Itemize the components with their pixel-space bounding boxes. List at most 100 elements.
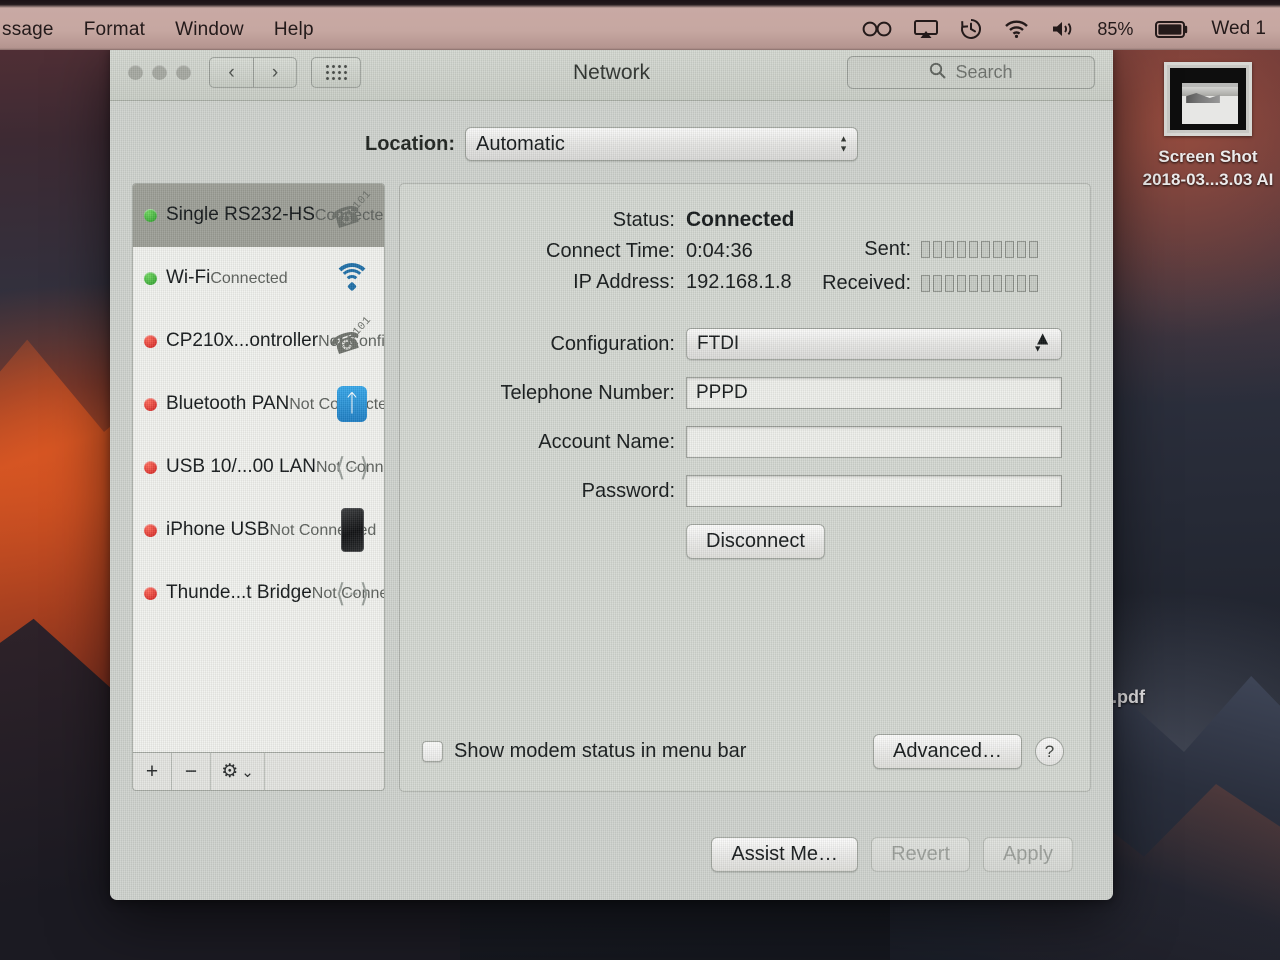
time-machine-icon[interactable] <box>960 18 982 40</box>
location-value: Automatic <box>476 132 565 155</box>
status-dot <box>144 271 157 285</box>
chevron-updown-icon: ▲ ▼ <box>839 133 848 154</box>
activity-cell <box>1029 275 1038 292</box>
status-dot <box>144 208 157 222</box>
service-text: Single RS232-HSConnected <box>166 204 384 227</box>
activity-cell <box>969 275 978 292</box>
desktop-icon-label-line1: Screen Shot <box>1158 147 1258 166</box>
screenshot-thumbnail-icon <box>1164 62 1252 136</box>
service-list-item[interactable]: iPhone USBNot Connected <box>133 499 384 562</box>
status-row: Status: Connected <box>400 208 1064 232</box>
iphone-icon <box>340 508 364 552</box>
service-list-item[interactable]: CP210x...ontrollerNot Configured☎0101 <box>133 310 384 373</box>
desktop-icon-label-pdf[interactable]: .pdf <box>1112 687 1145 708</box>
activity-cell <box>969 241 978 258</box>
menu-item-window[interactable]: Window <box>175 19 244 41</box>
show-modem-status-checkbox[interactable]: Show modem status in menu bar <box>422 740 746 763</box>
advanced-button[interactable]: Advanced… <box>873 734 1022 769</box>
service-list-item[interactable]: USB 10/...00 LANNot Connected⟨⋯⟩ <box>133 436 384 499</box>
service-name: Wi-Fi <box>166 266 211 288</box>
activity-cell <box>933 275 942 292</box>
show-all-grid-button[interactable] <box>311 57 361 88</box>
modem-icon: ☎ 0101 <box>327 188 374 236</box>
service-icon: ⟨ ⋯ ⟩ <box>329 452 375 483</box>
status-value: Connected <box>686 208 795 231</box>
menu-item-message[interactable]: ssage <box>2 19 54 41</box>
wifi-icon[interactable] <box>1004 20 1029 38</box>
service-name: iPhone USB <box>166 518 270 540</box>
window-traffic-lights <box>128 65 191 80</box>
volume-icon[interactable] <box>1051 20 1075 38</box>
back-button[interactable]: ‹ <box>209 57 253 88</box>
revert-button: Revert <box>871 836 970 872</box>
menu-bar-clock[interactable]: Wed 1 <box>1211 18 1266 40</box>
activity-cell <box>921 275 930 292</box>
sent-row: Sent: <box>787 238 1038 261</box>
forward-button[interactable]: › <box>253 57 297 88</box>
activity-cell <box>1029 241 1038 258</box>
service-list-item[interactable]: Single RS232-HSConnected ☎ 0101 <box>133 184 384 247</box>
password-input[interactable] <box>686 475 1062 507</box>
service-list-item[interactable]: Wi-FiConnected <box>133 247 384 310</box>
service-detail-pane: Status: Connected Connect Time: 0:04:36 … <box>399 183 1091 792</box>
activity-indicators: Sent: Received: <box>787 238 1038 295</box>
menu-bar: ssage Format Window Help 85% Wed 1 <box>0 0 1280 50</box>
telephone-input[interactable]: PPPD <box>686 377 1062 409</box>
status-dot <box>144 523 157 537</box>
ethernet-icon: ⟨ ⋯ ⟩ <box>335 451 369 482</box>
detail-bottom-right: Advanced… ? <box>873 734 1064 769</box>
airplay-icon[interactable] <box>914 19 939 39</box>
location-select[interactable]: Automatic ▲ ▼ <box>465 127 858 161</box>
service-list[interactable]: Single RS232-HSConnected ☎ 0101 Wi-FiConnec… <box>132 183 385 753</box>
battery-icon[interactable] <box>1155 20 1189 38</box>
account-name-row: Account Name: <box>400 426 1064 458</box>
connect-time-value: 0:04:36 <box>686 240 753 262</box>
modem-icon: ☎ 0101 <box>327 314 374 362</box>
received-row: Received: <box>787 272 1038 295</box>
services-sidebar: Single RS232-HSConnected ☎ 0101 Wi-FiConnec… <box>132 183 385 792</box>
search-input[interactable]: Search <box>847 56 1095 89</box>
service-name: Bluetooth PAN <box>166 392 290 414</box>
service-status: Connected <box>210 269 288 287</box>
service-list-item[interactable]: Thunde...t BridgeNot Connected⟨⋯⟩ <box>133 562 384 625</box>
search-placeholder: Search <box>955 62 1013 82</box>
status-dot <box>144 334 157 348</box>
assist-me-button[interactable]: Assist Me… <box>711 836 859 872</box>
bluetooth-icon: ᛏ <box>337 386 367 422</box>
toolbar-filler <box>265 753 384 790</box>
activity-cell <box>957 241 966 258</box>
service-text: Thunde...t BridgeNot Connected <box>166 582 384 605</box>
status-label: Status: <box>612 208 675 231</box>
service-text: USB 10/...00 LANNot Connected <box>166 456 384 479</box>
disconnect-button[interactable]: Disconnect <box>686 524 825 559</box>
battery-percent-label: 85% <box>1097 18 1134 39</box>
desktop-icon-label-line2: 2018-03...3.03 AI <box>1142 169 1274 189</box>
desktop-icon-screenshot[interactable]: Screen Shot 2018-03...3.03 AI <box>1128 62 1280 192</box>
close-button[interactable] <box>128 65 143 80</box>
status-dot <box>144 460 157 474</box>
voiceover-glasses-icon[interactable] <box>862 21 892 37</box>
account-name-input[interactable] <box>686 426 1062 458</box>
menu-item-help[interactable]: Help <box>274 19 314 41</box>
service-list-item[interactable]: Bluetooth PANNot Connectedᛏ <box>133 373 384 436</box>
configuration-row: Configuration: FTDI ▲ ▼ <box>400 328 1064 360</box>
received-label: Received: <box>822 272 911 294</box>
minimize-button[interactable] <box>152 65 167 80</box>
help-button[interactable]: ? <box>1035 737 1064 766</box>
service-icon: ☎ 0101 <box>327 314 375 362</box>
apply-button: Apply <box>982 836 1073 872</box>
remove-service-button[interactable]: − <box>172 753 211 790</box>
configuration-select[interactable]: FTDI ▲ ▼ <box>686 328 1062 360</box>
activity-cell <box>957 275 966 292</box>
activity-cell <box>1017 275 1026 292</box>
menu-item-format[interactable]: Format <box>84 19 145 41</box>
activity-cell <box>921 241 930 258</box>
activity-cell <box>993 241 1002 258</box>
status-dot <box>144 397 157 411</box>
configuration-label: Configuration: <box>550 332 675 355</box>
add-service-button[interactable]: + <box>133 753 172 790</box>
window-titlebar: ‹ › Network Search <box>110 45 1113 101</box>
zoom-button[interactable] <box>176 65 191 80</box>
connect-time-label: Connect Time: <box>546 240 675 262</box>
service-actions-gear-button[interactable]: ⚙ ⌄ <box>211 753 265 790</box>
